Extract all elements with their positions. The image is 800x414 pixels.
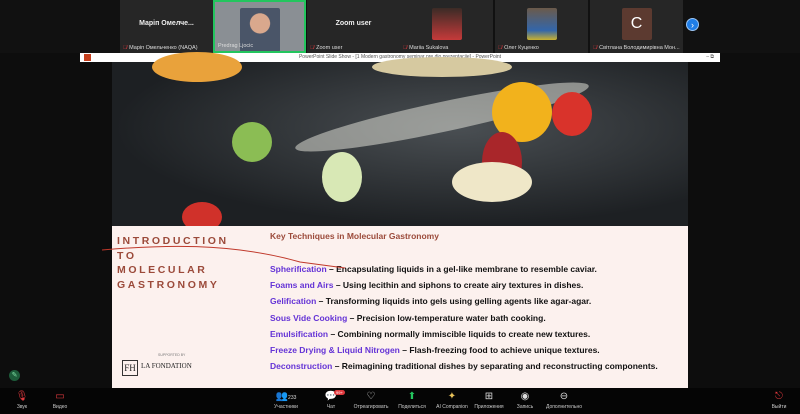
- more-icon: ⊖: [559, 391, 569, 402]
- mic-muted-icon: 🎙̸: [310, 45, 315, 51]
- mic-muted-icon: 🎙̸: [123, 45, 128, 51]
- participant-name: Олег Куценко: [504, 45, 539, 51]
- meeting-toolbar: 🎙 Звук ▭ Видео 👥233 Участники 💬 99+ Чат ♡ Отре…: [0, 388, 800, 414]
- participants-button[interactable]: 👥233 Участники: [261, 390, 311, 410]
- window-controls[interactable]: – ⧉: [706, 53, 714, 62]
- participant-avatar: C: [621, 8, 652, 40]
- participant-name: Маріп Омельченко (NAQA): [129, 45, 198, 51]
- video-gallery: Маріп Омелче... 🎙̸ Маріп Омельченко (NAQA…: [0, 0, 800, 53]
- camera-off-icon: ▭: [55, 391, 65, 402]
- participant-avatar: [526, 8, 557, 40]
- powerpoint-icon: [84, 54, 91, 61]
- list-item: Gelification – Transforming liquids into…: [270, 296, 592, 307]
- section-heading: Key Techniques in Molecular Gastronomy: [270, 231, 439, 241]
- participants-icon: 👥233: [275, 391, 297, 402]
- video-button[interactable]: ▭ Видео: [35, 390, 85, 410]
- list-item: Spherification – Encapsulating liquids i…: [270, 264, 597, 274]
- participant-tile[interactable]: 🎙̸ Олег Куценко: [495, 0, 588, 53]
- food-photo: [112, 52, 688, 232]
- floating-reaction-button[interactable]: ✎: [9, 370, 20, 381]
- mic-muted-icon: 🎙̸: [498, 45, 503, 51]
- list-item: Sous Vide Cooking – Precision low-temper…: [270, 312, 546, 323]
- participant-tile[interactable]: 🎙̸ Mariia Sukalova: [400, 0, 493, 53]
- presentation-slide: INTRODUCTION TO MOLECULAR GASTRONOMY Key…: [112, 52, 688, 388]
- participant-name: Predrag Ljocic: [218, 43, 254, 49]
- list-item: Freeze Drying & Liquid Nitrogen – Flash-…: [270, 345, 600, 356]
- participant-tile[interactable]: Маріп Омелче... 🎙̸ Маріп Омельченко (NAQA…: [120, 0, 213, 53]
- participant-name: Mariia Sukalova: [409, 45, 449, 51]
- participant-tile[interactable]: Zoom user 🎙̸ Zoom user: [307, 0, 400, 53]
- slide-title: INTRODUCTION TO MOLECULAR GASTRONOMY: [117, 235, 229, 291]
- technique-list: Spherification – Encapsulating liquids i…: [270, 261, 680, 374]
- participant-tile[interactable]: C 🎙̸ Світлана Володимирівна Мон...: [590, 0, 683, 53]
- chat-badge: 99+: [334, 390, 345, 395]
- participant-avatar: [431, 8, 462, 40]
- mic-muted-icon: 🎙̸: [593, 45, 598, 51]
- list-item: Emulsification – Combining normally immi…: [270, 328, 591, 339]
- more-button[interactable]: ⊖ Дополнительно: [539, 390, 589, 410]
- participant-name: Zoom user: [316, 45, 343, 51]
- list-item: Foams and Airs – Using lecithin and siph…: [270, 280, 584, 291]
- leave-button[interactable]: ⎋ Выйти: [754, 390, 800, 410]
- list-item: Deconstruction – Reimagining traditional…: [270, 361, 658, 372]
- mic-muted-icon: 🎙̸: [403, 45, 408, 51]
- participant-tile-active-speaker[interactable]: Predrag Ljocic: [213, 0, 306, 53]
- slide-content: INTRODUCTION TO MOLECULAR GASTRONOMY Key…: [112, 226, 688, 388]
- next-page-button[interactable]: ›: [686, 18, 699, 31]
- leave-icon: ⎋: [775, 391, 783, 402]
- participant-name: Світлана Володимирівна Мон...: [599, 45, 680, 51]
